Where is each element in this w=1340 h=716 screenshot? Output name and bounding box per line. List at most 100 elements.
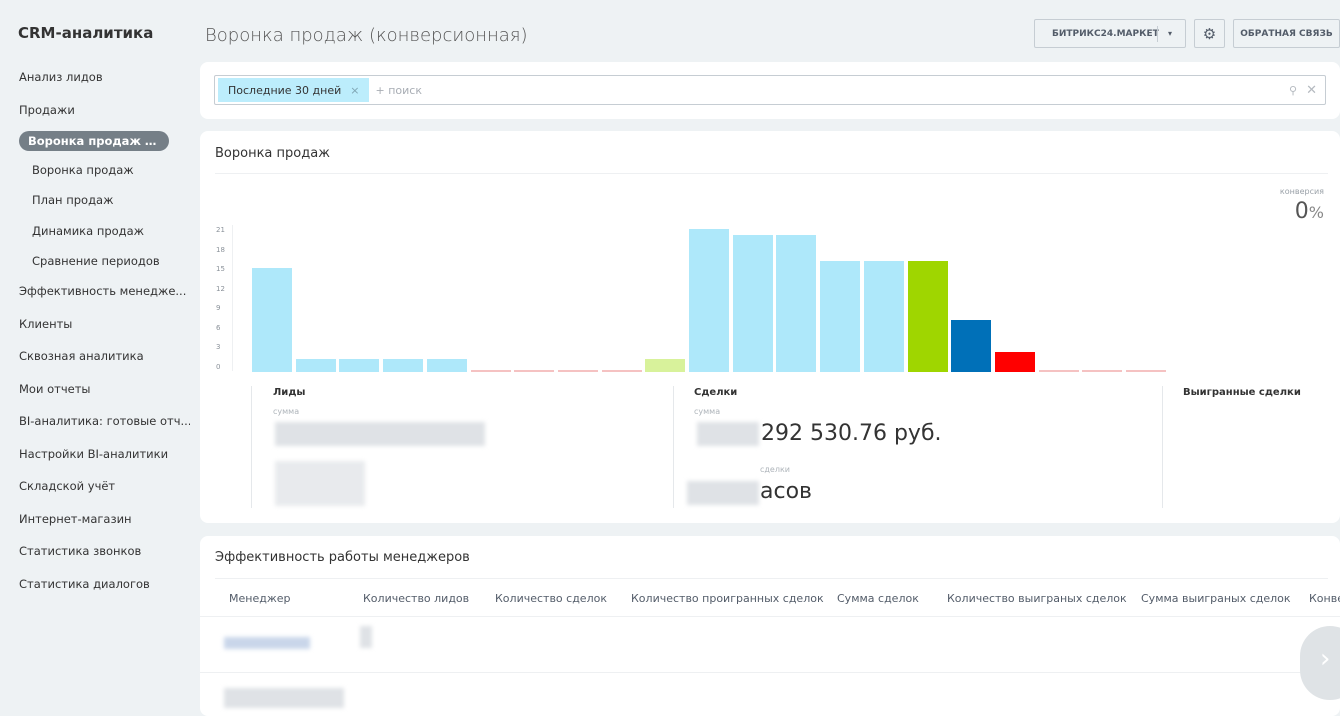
filter-chip-label: Последние 30 дней <box>228 83 342 97</box>
divider <box>200 616 1340 617</box>
divider <box>200 672 1340 673</box>
conversion-number: 0 <box>1294 199 1309 224</box>
conversion-value: 0% <box>1295 199 1324 224</box>
y-tick-label: 18 <box>216 245 225 254</box>
sidebar-item[interactable]: Динамика продаж <box>0 220 190 250</box>
column-header[interactable]: Сумма выиграных сделок <box>1141 592 1291 605</box>
conversion-unit: % <box>1308 203 1324 222</box>
bar[interactable] <box>776 235 817 372</box>
sidebar-item[interactable]: Настройки BI-аналитики <box>0 443 190 476</box>
bar[interactable] <box>252 267 292 372</box>
bar[interactable] <box>601 370 642 372</box>
sidebar-item[interactable]: Складской учёт <box>0 475 190 508</box>
managers-title: Эффективность работы менеджеров <box>215 550 470 565</box>
bar[interactable] <box>907 261 948 372</box>
search-icon[interactable]: ⚲ <box>1289 84 1297 97</box>
filter-input[interactable]: Последние 30 дней × + поиск ⚲ ✕ <box>214 75 1326 105</box>
y-tick-label: 9 <box>216 304 221 313</box>
y-tick-label: 15 <box>216 265 225 274</box>
deals-label: Сделки <box>694 387 738 398</box>
bar[interactable] <box>951 319 992 372</box>
market-button[interactable]: БИТРИКС24.МАРКЕТ ▾ <box>1034 19 1186 48</box>
blurred-value <box>360 626 372 648</box>
bar[interactable] <box>426 358 467 372</box>
sidebar-item[interactable]: Мои отчеты <box>0 378 190 411</box>
sidebar-item[interactable]: Воронка продаж (кон... <box>19 131 169 151</box>
search-placeholder[interactable]: + поиск <box>375 84 421 97</box>
divider <box>1162 386 1163 508</box>
funnel-title: Воронка продаж <box>215 146 330 161</box>
bar[interactable] <box>470 370 511 372</box>
deals-sum-value: 292 530.76 руб. <box>761 421 942 446</box>
divider <box>1157 26 1158 42</box>
y-axis <box>232 225 233 371</box>
chevron-right-icon: › <box>1320 644 1331 674</box>
sidebar: CRM-аналитика Анализ лидов Продажи Воронка… <box>0 0 190 708</box>
divider <box>215 578 1328 579</box>
column-header[interactable]: Количество проигранных сделок <box>631 592 824 605</box>
sidebar-item[interactable]: Воронка продаж <box>0 159 190 189</box>
deals-count-value: асов <box>760 479 813 504</box>
column-header[interactable]: Количество выиграных сделок <box>947 592 1127 605</box>
bar[interactable] <box>557 370 598 372</box>
filter-chip[interactable]: Последние 30 дней × <box>218 78 370 102</box>
divider <box>251 386 252 508</box>
scroll-right-button[interactable]: › <box>1300 626 1340 700</box>
y-tick-label: 0 <box>216 363 221 371</box>
bar[interactable] <box>514 370 555 372</box>
sidebar-nav: Анализ лидовПродажиВоронка продаж (кон..… <box>0 66 190 605</box>
column-header[interactable]: Менеджер <box>229 592 290 605</box>
bar[interactable] <box>732 235 773 372</box>
leads-label: Лиды <box>273 387 306 398</box>
bar[interactable] <box>645 358 686 372</box>
column-header[interactable]: Конве <box>1309 592 1340 605</box>
bar[interactable] <box>295 358 336 372</box>
bar[interactable] <box>339 358 380 372</box>
sidebar-item[interactable]: План продаж <box>0 189 190 219</box>
y-tick-label: 3 <box>216 343 221 352</box>
blurred-value <box>275 422 485 446</box>
gear-icon: ⚙ <box>1202 24 1217 43</box>
feedback-button[interactable]: ОБРАТНАЯ СВЯЗЬ <box>1233 19 1340 48</box>
deals-count-label: сделки <box>760 465 790 474</box>
column-header[interactable]: Количество сделок <box>495 592 607 605</box>
column-header[interactable]: Сумма сделок <box>837 592 919 605</box>
market-label: БИТРИКС24.МАРКЕТ <box>1052 28 1159 39</box>
close-icon[interactable]: × <box>350 84 359 97</box>
bar[interactable] <box>863 261 904 372</box>
sidebar-item[interactable]: Сквозная аналитика <box>0 345 190 378</box>
y-tick-label: 21 <box>216 226 225 235</box>
bar[interactable] <box>820 261 861 372</box>
filter-card: Последние 30 дней × + поиск ⚲ ✕ <box>200 62 1340 119</box>
sidebar-item[interactable]: Статистика звонков <box>0 540 190 573</box>
page-title: Воронка продаж (конверсионная) <box>205 25 528 46</box>
y-tick-label: 12 <box>216 284 225 293</box>
divider <box>215 173 1328 174</box>
bar[interactable] <box>1126 370 1166 372</box>
sidebar-item[interactable]: Анализ лидов <box>0 66 190 99</box>
clear-icon[interactable]: ✕ <box>1306 83 1317 98</box>
deals-sum-label: сумма <box>694 407 721 416</box>
sidebar-item[interactable]: Статистика диалогов <box>0 573 190 606</box>
sidebar-item[interactable]: Эффективность менедже... <box>0 280 190 313</box>
conversion-label: конверсия <box>1279 187 1324 196</box>
blurred-value <box>224 637 310 649</box>
chevron-down-icon[interactable]: ▾ <box>1168 29 1172 38</box>
settings-button[interactable]: ⚙ <box>1194 19 1225 48</box>
managers-card: Эффективность работы менеджеров Менеджер… <box>200 536 1340 716</box>
bar[interactable] <box>994 352 1035 372</box>
sidebar-item[interactable]: BI-аналитика: готовые отч... <box>0 410 190 443</box>
sidebar-item[interactable]: Интернет-магазин <box>0 508 190 541</box>
divider <box>673 386 674 508</box>
bar[interactable] <box>689 228 729 372</box>
column-header[interactable]: Количество лидов <box>363 592 469 605</box>
bar[interactable] <box>1082 370 1123 372</box>
bar[interactable] <box>1038 370 1079 372</box>
sidebar-item[interactable]: Продажи <box>0 99 190 132</box>
sidebar-item[interactable]: Клиенты <box>0 313 190 346</box>
bar[interactable] <box>383 358 424 372</box>
blurred-value <box>687 481 759 505</box>
sidebar-item[interactable]: Сравнение периодов <box>0 250 190 280</box>
blurred-value <box>275 461 365 506</box>
won-deals-label: Выигранные сделки <box>1183 387 1301 398</box>
